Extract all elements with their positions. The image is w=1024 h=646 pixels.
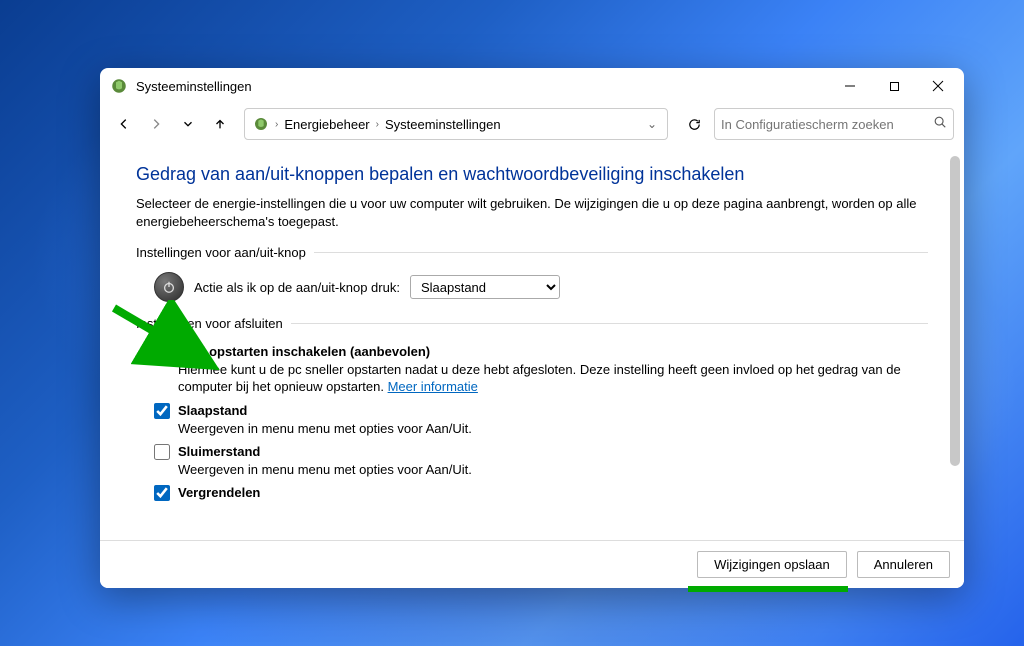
section-header-shutdown: Instellingen voor afsluiten	[136, 316, 928, 331]
checkbox-desc: Weergeven in menu menu met opties voor A…	[178, 421, 472, 436]
checkbox-label: Vergrendelen	[178, 485, 260, 500]
nav-up-button[interactable]	[206, 110, 234, 138]
content-area: Gedrag van aan/uit-knoppen bepalen en wa…	[100, 148, 964, 540]
checkbox-lock-input[interactable]	[154, 485, 170, 501]
checkbox-fast-startup-input[interactable]	[154, 344, 170, 360]
checkbox-hibernate: Sluimerstand Weergeven in menu menu met …	[136, 439, 928, 480]
chevron-down-icon[interactable]: ⌄	[645, 117, 659, 131]
power-button-action-row: Actie als ik op de aan/uit-knop druk: Sl…	[136, 268, 928, 316]
maximize-button[interactable]	[872, 71, 916, 101]
power-action-label: Actie als ik op de aan/uit-knop druk:	[194, 280, 400, 295]
checkbox-fast-startup: Snel opstarten inschakelen (aanbevolen) …	[136, 339, 928, 398]
checkbox-label: Slaapstand	[178, 403, 247, 418]
power-action-select[interactable]: Slaapstand	[410, 275, 560, 299]
page-desc: Selecteer de energie-instellingen die u …	[136, 195, 928, 231]
checkbox-label: Sluimerstand	[178, 444, 260, 459]
window-title: Systeeminstellingen	[136, 79, 252, 94]
close-button[interactable]	[916, 71, 960, 101]
nav-recent-button[interactable]	[174, 110, 202, 138]
checkbox-desc: Hiermee kunt u de pc sneller opstarten n…	[178, 362, 901, 395]
search-input[interactable]	[721, 117, 929, 132]
checkbox-lock: Vergrendelen	[136, 480, 928, 504]
nav-forward-button[interactable]	[142, 110, 170, 138]
save-button[interactable]: Wijzigingen opslaan	[697, 551, 847, 578]
checkbox-hibernate-input[interactable]	[154, 444, 170, 460]
refresh-button[interactable]	[678, 108, 710, 140]
annotation-underline	[688, 586, 848, 592]
checkbox-desc: Weergeven in menu menu met opties voor A…	[178, 462, 472, 477]
titlebar: Systeeminstellingen	[100, 68, 964, 104]
app-icon	[110, 77, 128, 95]
footer-buttons: Wijzigingen opslaan Annuleren	[100, 540, 964, 588]
nav-row: › Energiebeheer › Systeeminstellingen ⌄	[100, 104, 964, 148]
search-box[interactable]	[714, 108, 954, 140]
breadcrumb-bar[interactable]: › Energiebeheer › Systeeminstellingen ⌄	[244, 108, 668, 140]
search-icon	[933, 115, 947, 134]
power-icon	[154, 272, 184, 302]
scrollbar[interactable]	[950, 156, 960, 466]
chevron-right-icon: ›	[374, 119, 381, 130]
checkbox-sleep-input[interactable]	[154, 403, 170, 419]
page-title: Gedrag van aan/uit-knoppen bepalen en wa…	[136, 164, 928, 185]
checkbox-label: Snel opstarten inschakelen (aanbevolen)	[178, 344, 430, 359]
minimize-button[interactable]	[828, 71, 872, 101]
control-panel-window: Systeeminstellingen › Ene	[100, 68, 964, 588]
nav-back-button[interactable]	[110, 110, 138, 138]
cancel-button[interactable]: Annuleren	[857, 551, 950, 578]
section-header-power: Instellingen voor aan/uit-knop	[136, 245, 928, 260]
breadcrumb-item-energiebeheer[interactable]: Energiebeheer	[284, 117, 369, 132]
breadcrumb-icon	[253, 116, 269, 132]
breadcrumb-item-systeeminstellingen[interactable]: Systeeminstellingen	[385, 117, 501, 132]
chevron-right-icon: ›	[273, 119, 280, 130]
checkbox-sleep: Slaapstand Weergeven in menu menu met op…	[136, 398, 928, 439]
more-info-link[interactable]: Meer informatie	[388, 379, 478, 394]
